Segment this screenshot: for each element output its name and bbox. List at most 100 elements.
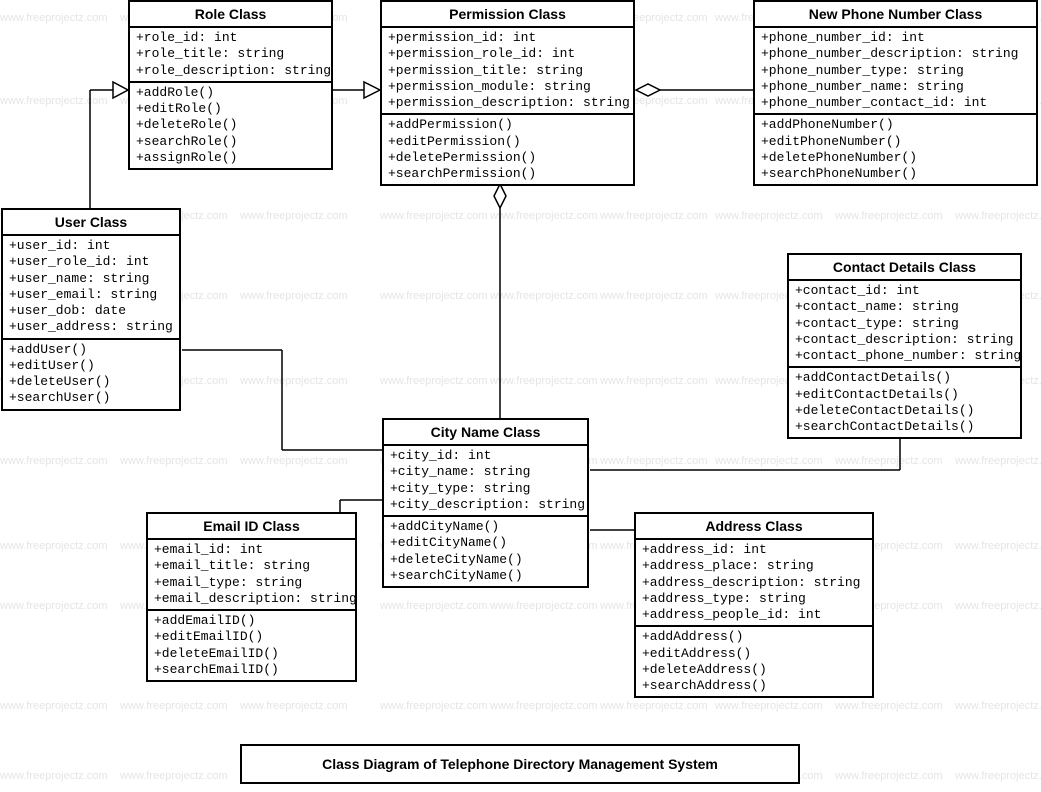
class-member: +deleteCityName()	[390, 552, 581, 568]
class-member: +addUser()	[9, 342, 173, 358]
class-member: +role_description: string	[136, 63, 325, 79]
class-member: +role_title: string	[136, 46, 325, 62]
class-member: +phone_number_description: string	[761, 46, 1030, 62]
class-member: +phone_number_contact_id: int	[761, 95, 1030, 111]
class-member: +editCityName()	[390, 535, 581, 551]
class-member: +contact_phone_number: string	[795, 348, 1014, 364]
class-member: +permission_role_id: int	[388, 46, 627, 62]
watermark-text: www.freeprojectz.com	[0, 770, 108, 782]
class-member: +editPhoneNumber()	[761, 134, 1030, 150]
watermark-text: www.freeprojectz.com	[120, 455, 228, 467]
watermark-text: www.freeprojectz.com	[955, 600, 1041, 612]
class-member: +searchPermission()	[388, 166, 627, 182]
diagram-title: Class Diagram of Telephone Directory Man…	[240, 744, 800, 784]
watermark-text: www.freeprojectz.com	[380, 290, 488, 302]
class-member: +editAddress()	[642, 646, 866, 662]
class-member: +contact_name: string	[795, 299, 1014, 315]
class-member: +deleteRole()	[136, 117, 325, 133]
class-member: +city_name: string	[390, 464, 581, 480]
watermark-text: www.freeprojectz.com	[955, 770, 1041, 782]
class-member: +permission_title: string	[388, 63, 627, 79]
class-role: Role Class +role_id: int+role_title: str…	[128, 0, 333, 170]
class-member: +contact_id: int	[795, 283, 1014, 299]
class-permission-attrs: +permission_id: int+permission_role_id: …	[382, 28, 633, 115]
class-address-title: Address Class	[636, 514, 872, 540]
watermark-text: www.freeprojectz.com	[715, 700, 823, 712]
class-member: +editContactDetails()	[795, 387, 1014, 403]
watermark-text: www.freeprojectz.com	[490, 600, 598, 612]
watermark-text: www.freeprojectz.com	[490, 210, 598, 222]
watermark-text: www.freeprojectz.com	[600, 210, 708, 222]
class-member: +deleteContactDetails()	[795, 403, 1014, 419]
class-member: +phone_number_name: string	[761, 79, 1030, 95]
class-user-attrs: +user_id: int+user_role_id: int+user_nam…	[3, 236, 179, 340]
class-member: +addPermission()	[388, 117, 627, 133]
class-member: +searchCityName()	[390, 568, 581, 584]
class-member: +addEmailID()	[154, 613, 349, 629]
watermark-text: www.freeprojectz.com	[240, 210, 348, 222]
watermark-text: www.freeprojectz.com	[600, 290, 708, 302]
watermark-text: www.freeprojectz.com	[490, 290, 598, 302]
class-user-ops: +addUser()+editUser()+deleteUser()+searc…	[3, 340, 179, 409]
watermark-text: www.freeprojectz.com	[600, 700, 708, 712]
class-email-title: Email ID Class	[148, 514, 355, 540]
class-member: +addPhoneNumber()	[761, 117, 1030, 133]
class-member: +phone_number_type: string	[761, 63, 1030, 79]
class-member: +addContactDetails()	[795, 370, 1014, 386]
class-role-title: Role Class	[130, 2, 331, 28]
class-member: +city_id: int	[390, 448, 581, 464]
class-member: +addRole()	[136, 85, 325, 101]
class-contact-ops: +addContactDetails()+editContactDetails(…	[789, 368, 1020, 437]
class-email: Email ID Class +email_id: int+email_titl…	[146, 512, 357, 682]
class-member: +searchUser()	[9, 390, 173, 406]
class-permission-ops: +addPermission()+editPermission()+delete…	[382, 115, 633, 184]
class-member: +city_type: string	[390, 481, 581, 497]
class-member: +user_role_id: int	[9, 254, 173, 270]
class-member: +user_name: string	[9, 271, 173, 287]
watermark-text: www.freeprojectz.com	[835, 455, 943, 467]
watermark-text: www.freeprojectz.com	[835, 210, 943, 222]
class-member: +email_description: string	[154, 591, 349, 607]
class-address: Address Class +address_id: int+address_p…	[634, 512, 874, 698]
class-member: +user_dob: date	[9, 303, 173, 319]
class-member: +permission_id: int	[388, 30, 627, 46]
class-member: +city_description: string	[390, 497, 581, 513]
class-user-title: User Class	[3, 210, 179, 236]
class-member: +user_id: int	[9, 238, 173, 254]
class-role-attrs: +role_id: int+role_title: string+role_de…	[130, 28, 331, 83]
class-member: +deletePhoneNumber()	[761, 150, 1030, 166]
class-city-attrs: +city_id: int+city_name: string+city_typ…	[384, 446, 587, 517]
watermark-text: www.freeprojectz.com	[0, 455, 108, 467]
class-member: +user_email: string	[9, 287, 173, 303]
class-email-attrs: +email_id: int+email_title: string+email…	[148, 540, 355, 611]
class-member: +contact_type: string	[795, 316, 1014, 332]
class-contact-title: Contact Details Class	[789, 255, 1020, 281]
class-contact: Contact Details Class +contact_id: int+c…	[787, 253, 1022, 439]
class-permission: Permission Class +permission_id: int+per…	[380, 0, 635, 186]
watermark-text: www.freeprojectz.com	[955, 455, 1041, 467]
watermark-text: www.freeprojectz.com	[835, 770, 943, 782]
class-member: +editEmailID()	[154, 629, 349, 645]
class-member: +phone_number_id: int	[761, 30, 1030, 46]
class-city-ops: +addCityName()+editCityName()+deleteCity…	[384, 517, 587, 586]
watermark-text: www.freeprojectz.com	[240, 290, 348, 302]
watermark-text: www.freeprojectz.com	[240, 455, 348, 467]
watermark-text: www.freeprojectz.com	[380, 600, 488, 612]
class-member: +searchRole()	[136, 134, 325, 150]
class-member: +deleteUser()	[9, 374, 173, 390]
class-member: +user_address: string	[9, 319, 173, 335]
watermark-text: www.freeprojectz.com	[715, 210, 823, 222]
watermark-text: www.freeprojectz.com	[600, 455, 708, 467]
watermark-text: www.freeprojectz.com	[380, 700, 488, 712]
watermark-text: www.freeprojectz.com	[955, 540, 1041, 552]
watermark-text: www.freeprojectz.com	[0, 600, 108, 612]
class-member: +email_type: string	[154, 575, 349, 591]
class-city: City Name Class +city_id: int+city_name:…	[382, 418, 589, 588]
watermark-text: www.freeprojectz.com	[600, 375, 708, 387]
class-member: +email_id: int	[154, 542, 349, 558]
watermark-text: www.freeprojectz.com	[0, 95, 108, 107]
watermark-text: www.freeprojectz.com	[0, 540, 108, 552]
class-city-title: City Name Class	[384, 420, 587, 446]
watermark-text: www.freeprojectz.com	[120, 770, 228, 782]
class-member: +address_id: int	[642, 542, 866, 558]
